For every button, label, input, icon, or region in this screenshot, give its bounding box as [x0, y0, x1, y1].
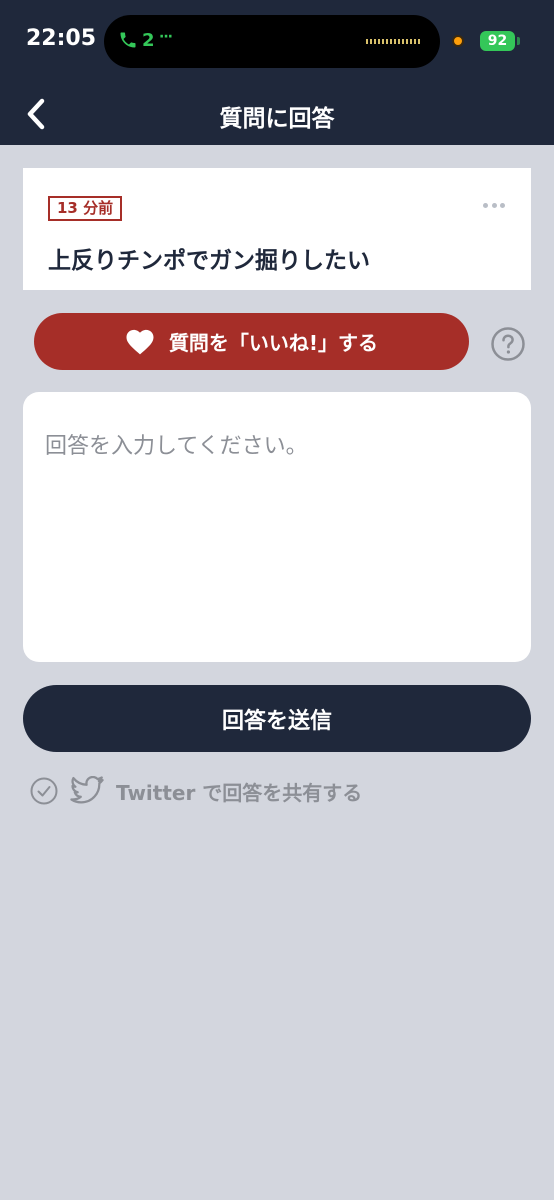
twitter-bird-icon — [70, 776, 104, 804]
battery-tip — [517, 37, 520, 45]
status-time: 22:05 — [26, 26, 97, 51]
header: 22:05 2 ··· 92 質問に回答 — [0, 0, 554, 145]
more-options-icon[interactable] — [483, 202, 505, 208]
heart-icon — [126, 329, 154, 355]
page-title: 質問に回答 — [219, 106, 335, 132]
battery-level: 92 — [487, 33, 508, 49]
question-text: 上反りチンポでガン掘りしたい — [48, 248, 370, 274]
share-twitter-label: Twitter で回答を共有する — [116, 780, 363, 805]
answer-input[interactable] — [23, 392, 531, 662]
call-more-indicator: ··· — [159, 29, 173, 45]
mic-indicator-icon — [452, 35, 464, 47]
question-card: 13 分前 上反りチンポでガン掘りしたい — [23, 168, 531, 290]
check-circle-icon[interactable] — [30, 777, 58, 805]
like-button-label: 質問を「いいね!」する — [168, 331, 379, 355]
time-ago-badge: 13 分前 — [48, 196, 123, 221]
help-icon[interactable] — [490, 326, 526, 362]
dynamic-island[interactable]: 2 ··· — [104, 15, 440, 68]
audio-waveform-icon — [366, 39, 422, 44]
like-question-button[interactable]: 質問を「いいね!」する — [34, 313, 469, 370]
submit-answer-button[interactable]: 回答を送信 — [23, 685, 531, 752]
battery-icon: 92 — [480, 31, 515, 51]
share-twitter-toggle[interactable]: Twitter で回答を共有する — [30, 774, 362, 808]
phone-icon — [120, 32, 136, 48]
call-count: 2 — [142, 30, 155, 51]
